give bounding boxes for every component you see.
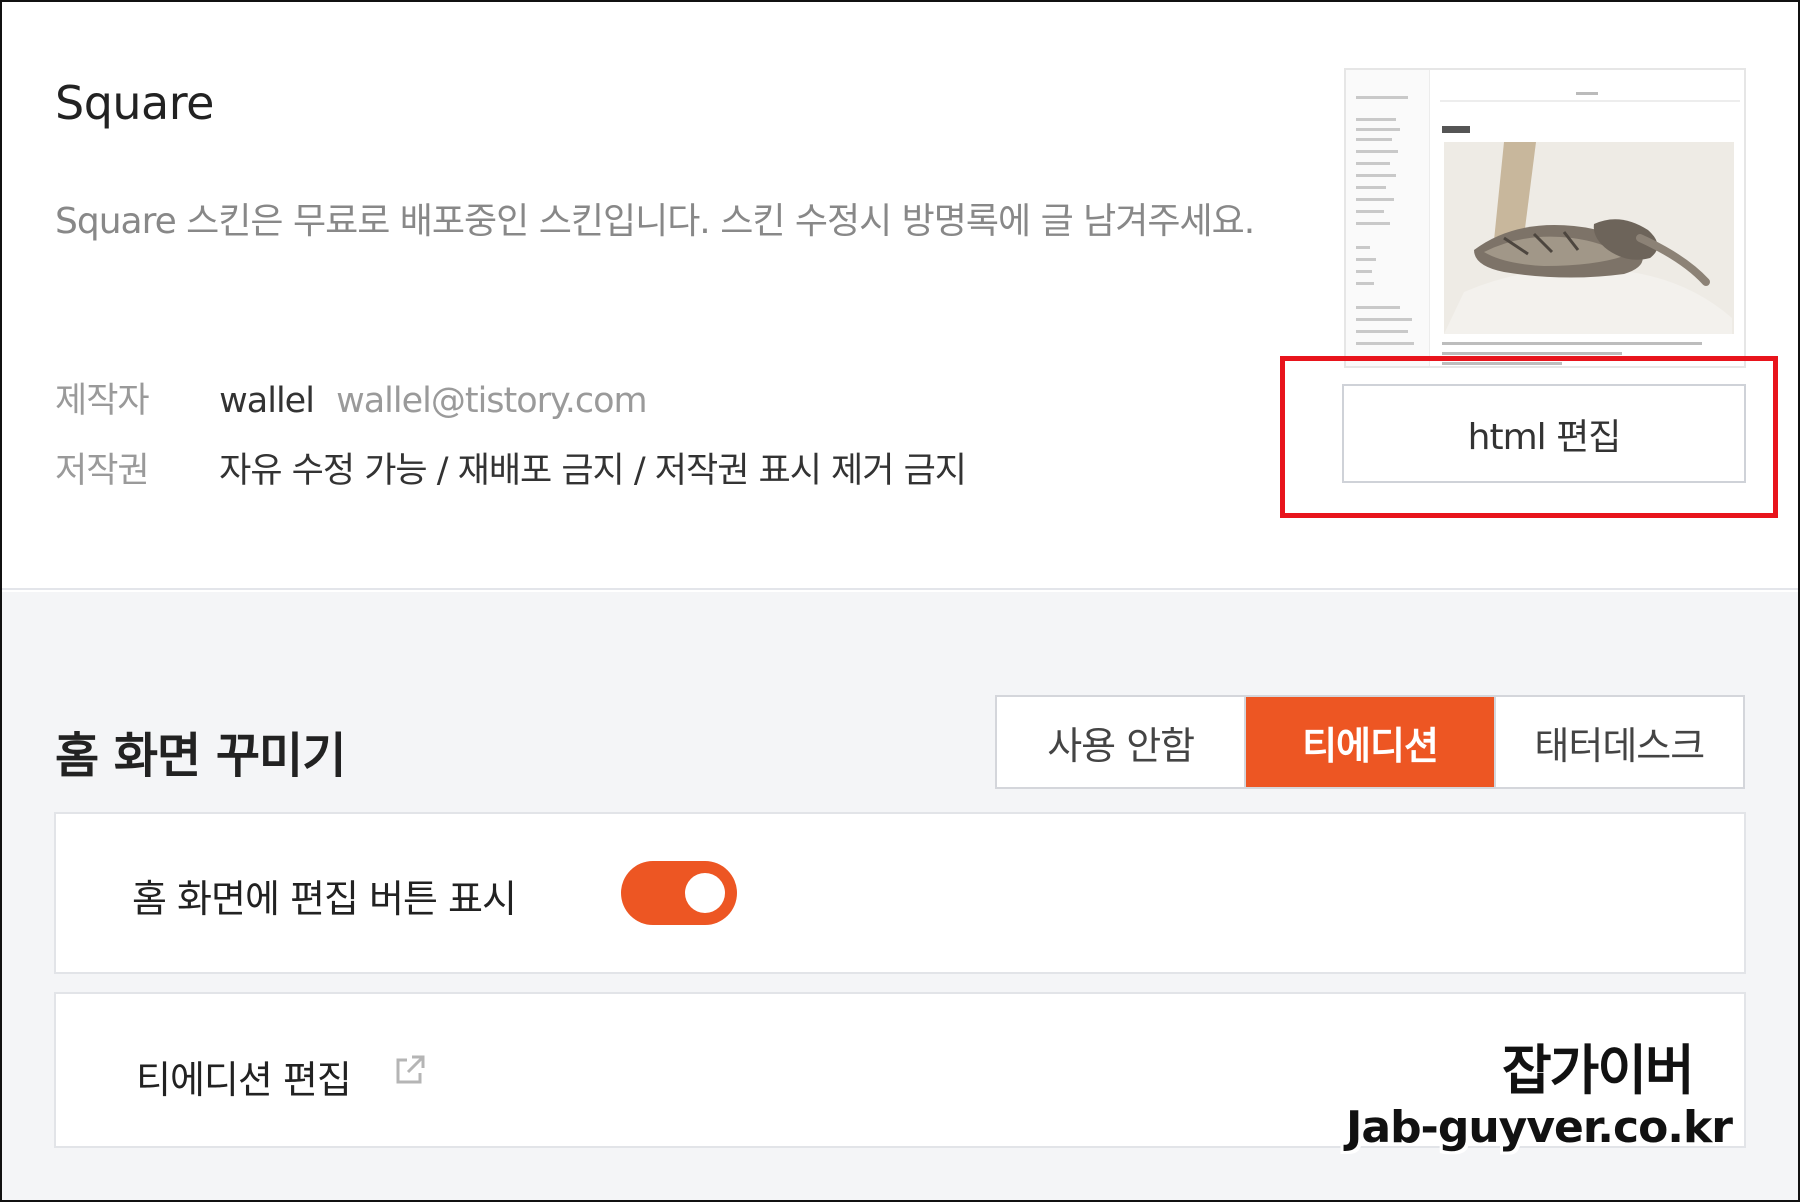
tedition-edit-link[interactable]: 티에디션 편집 (136, 1049, 352, 1104)
license-value: 자유 수정 가능 / 재배포 금지 / 저작권 표시 제거 금지 (219, 451, 967, 491)
license-label: 저작권 (55, 451, 150, 491)
skin-info-section: Square Square 스킨은 무료로 배포중인 스킨입니다. 스킨 수정시… (2, 2, 1798, 590)
skin-title: Square (55, 76, 214, 130)
edit-button-toggle-label: 홈 화면에 편집 버튼 표시 (132, 877, 517, 921)
skin-preview-thumbnail (1344, 68, 1746, 368)
option-tedition-button[interactable]: 티에디션 (1244, 697, 1494, 787)
thumbnail-cat-photo (1444, 142, 1734, 334)
home-decoration-title: 홈 화면 꾸미기 (55, 728, 346, 784)
author-name: wallel (219, 381, 315, 421)
author-row: 제작자 wallel wallel@tistory.com (55, 372, 648, 423)
toggle-knob (685, 873, 725, 913)
author-email: wallel@tistory.com (336, 381, 648, 421)
license-row: 저작권 자유 수정 가능 / 재배포 금지 / 저작권 표시 제거 금지 (55, 442, 967, 493)
option-tatterdesk-button[interactable]: 태터데스크 (1493, 697, 1743, 787)
home-mode-selector: 사용 안함 티에디션 태터데스크 (995, 695, 1745, 789)
skin-description: Square 스킨은 무료로 배포중인 스킨입니다. 스킨 수정시 방명록에 글… (55, 201, 1255, 242)
edit-button-toggle-card: 홈 화면에 편집 버튼 표시 (54, 812, 1746, 974)
watermark-name: 잡가이버 (1502, 1039, 1695, 1102)
option-none-button[interactable]: 사용 안함 (997, 697, 1245, 787)
watermark-url: Jab-guyver.co.kr (1346, 1102, 1733, 1153)
html-edit-button[interactable]: html 편집 (1342, 384, 1746, 483)
author-label: 제작자 (55, 381, 150, 421)
thumbnail-sidebar (1346, 70, 1430, 366)
edit-button-toggle-switch[interactable] (621, 861, 737, 925)
external-link-icon[interactable] (393, 1053, 427, 1087)
skin-settings-page: Square Square 스킨은 무료로 배포중인 스킨입니다. 스킨 수정시… (0, 0, 1800, 1202)
